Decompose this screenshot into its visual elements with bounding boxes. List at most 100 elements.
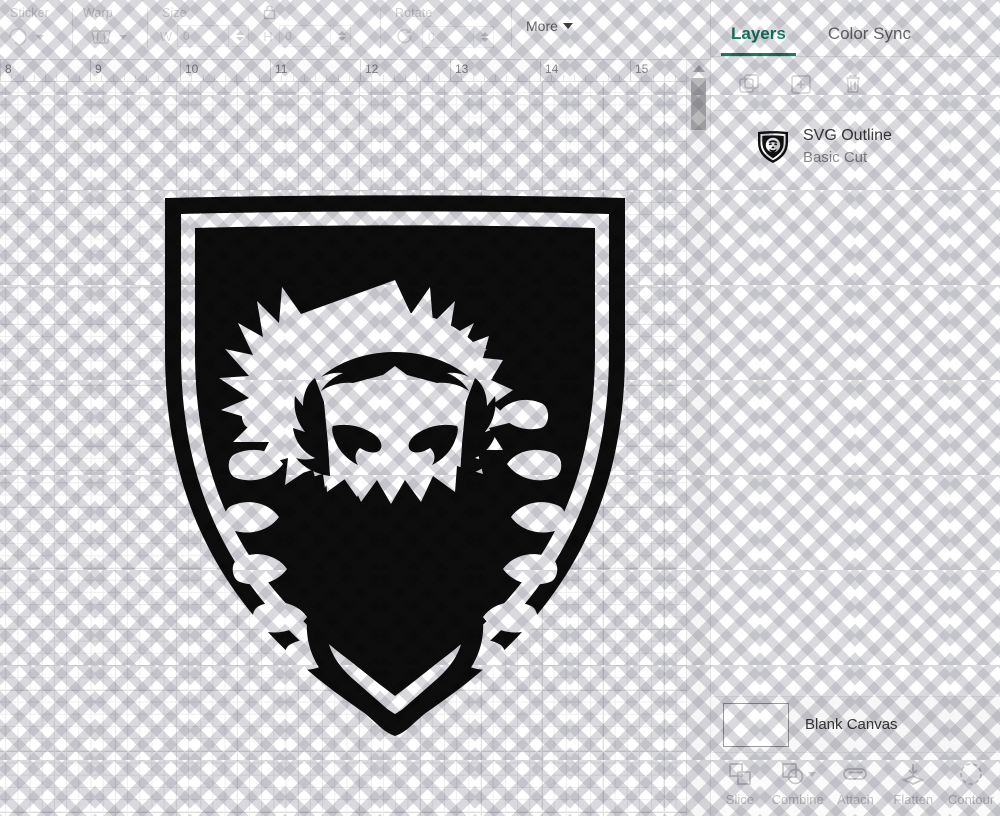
toolbar-group-sticker: Sticker xyxy=(0,0,72,60)
flatten-button[interactable]: Flatten xyxy=(884,759,942,807)
ruler-minor-tick xyxy=(247,75,249,81)
more-label: More xyxy=(526,18,558,34)
ruler-minor-tick xyxy=(371,75,373,81)
ruler-minor-tick xyxy=(607,75,609,81)
duplicate-icon[interactable] xyxy=(735,70,763,98)
trash-icon[interactable] xyxy=(839,70,867,98)
ruler-minor-tick xyxy=(326,75,328,81)
layer-list: SVG Outline Basic Cut xyxy=(711,112,1000,696)
ruler-minor-tick xyxy=(506,75,508,81)
sticker-caret-icon[interactable] xyxy=(36,34,44,40)
scrollbar-thumb[interactable] xyxy=(691,78,706,130)
contour-icon xyxy=(958,759,984,789)
ruler-tick-label: 13 xyxy=(455,62,469,76)
ruler-minor-tick xyxy=(472,75,474,81)
warp-label: Warp xyxy=(83,6,113,20)
ruler-minor-tick xyxy=(202,75,204,81)
more-button[interactable]: More xyxy=(512,18,573,34)
ruler-tick xyxy=(0,60,1,81)
ruler-minor-tick xyxy=(393,75,395,81)
blank-canvas-thumb-icon xyxy=(723,702,789,747)
ruler-minor-tick xyxy=(585,75,586,81)
ruler-minor-tick xyxy=(146,75,148,81)
flatten-icon xyxy=(900,759,926,789)
width-label: W xyxy=(159,28,173,44)
ruler-minor-tick xyxy=(348,75,350,81)
ruler-minor-tick xyxy=(652,75,654,81)
ruler-tick xyxy=(450,60,451,81)
ruler-tick xyxy=(540,60,541,81)
combine-caret-icon xyxy=(807,771,816,777)
layer-action-bar xyxy=(711,57,1000,111)
ruler-tick xyxy=(630,60,631,81)
ruler-minor-tick xyxy=(191,75,193,81)
ruler-minor-tick xyxy=(461,75,463,81)
design-canvas[interactable] xyxy=(0,82,686,816)
ruler-tick-label: 14 xyxy=(545,62,559,76)
layer-tools-bar: Slice Combine Attach Flatten Contour xyxy=(711,752,1000,816)
lion-shield-artwork[interactable] xyxy=(155,192,635,737)
ruler-minor-tick xyxy=(438,75,440,81)
blank-canvas-row[interactable]: Blank Canvas xyxy=(711,696,1000,752)
ruler-minor-tick xyxy=(67,75,69,81)
canvas-vertical-scrollbar[interactable] xyxy=(686,60,710,816)
blank-canvas-label: Blank Canvas xyxy=(805,716,898,733)
attach-button[interactable]: Attach xyxy=(827,759,885,807)
lock-icon[interactable] xyxy=(260,3,278,21)
ruler-minor-tick xyxy=(258,75,260,81)
ruler-minor-tick xyxy=(101,75,103,81)
ruler-minor-tick xyxy=(596,75,598,81)
ruler-minor-tick xyxy=(405,75,406,81)
add-square-icon[interactable] xyxy=(787,70,815,98)
ruler-tick xyxy=(90,60,91,81)
combine-button[interactable]: Combine xyxy=(769,759,827,807)
ruler-minor-tick xyxy=(78,75,80,81)
ruler-minor-tick xyxy=(337,75,339,81)
ruler-tick-label: 10 xyxy=(185,62,199,76)
ruler-minor-tick xyxy=(11,75,13,81)
ruler-minor-tick xyxy=(112,75,114,81)
slice-button[interactable]: Slice xyxy=(711,759,769,807)
ruler-tick-label: 8 xyxy=(5,62,12,76)
top-toolbar: Sticker Warp Size W 0 H 0 Rotate 0 More xyxy=(0,0,710,60)
scroll-up-arrow-icon[interactable] xyxy=(687,60,710,76)
ruler-minor-tick xyxy=(382,75,384,81)
warp-caret-icon[interactable] xyxy=(119,34,127,40)
ruler-tick-label: 15 xyxy=(635,62,649,76)
ruler-minor-tick xyxy=(303,75,305,81)
height-stepper[interactable] xyxy=(334,25,351,47)
width-input[interactable] xyxy=(177,25,229,47)
app-root: Sticker Warp Size W 0 H 0 Rotate 0 More … xyxy=(0,0,1000,816)
ruler-minor-tick xyxy=(618,75,620,81)
layer-subtitle: Basic Cut xyxy=(803,149,868,166)
ruler-minor-tick xyxy=(281,75,283,81)
ruler-minor-tick xyxy=(495,75,496,81)
height-label: H xyxy=(263,28,273,44)
layer-text-group: SVG Outline Basic Cut xyxy=(803,126,892,167)
width-stepper[interactable] xyxy=(232,25,249,47)
sticker-icon[interactable] xyxy=(4,25,32,49)
ruler-minor-tick xyxy=(135,75,136,81)
ruler-tick xyxy=(270,60,271,81)
ruler-minor-tick xyxy=(236,75,238,81)
ruler-minor-tick xyxy=(483,75,485,81)
ruler-minor-tick xyxy=(573,75,575,81)
attach-label: Attach xyxy=(837,792,874,807)
ruler-minor-tick xyxy=(663,75,665,81)
contour-button[interactable]: Contour xyxy=(942,759,1000,807)
contour-label: Contour xyxy=(947,792,995,807)
tab-color-sync[interactable]: Color Sync xyxy=(828,24,911,56)
rotate-icon[interactable] xyxy=(391,25,419,49)
ruler-minor-tick xyxy=(416,75,418,81)
attach-icon xyxy=(841,759,869,789)
rotate-stepper[interactable] xyxy=(477,26,494,48)
ruler-tick xyxy=(180,60,181,81)
horizontal-ruler[interactable]: 8 9 10 11 12 13 14 15 xyxy=(0,60,686,82)
height-input[interactable] xyxy=(279,25,331,47)
tab-layers[interactable]: Layers xyxy=(721,24,796,56)
toolbar-group-warp: Warp xyxy=(73,0,147,60)
right-panel: Layers Color Sync SVG Outline Basic Cut … xyxy=(710,0,1000,816)
warp-icon[interactable] xyxy=(87,25,115,49)
rotate-input[interactable] xyxy=(422,26,474,48)
list-item[interactable]: SVG Outline Basic Cut xyxy=(711,112,1000,181)
